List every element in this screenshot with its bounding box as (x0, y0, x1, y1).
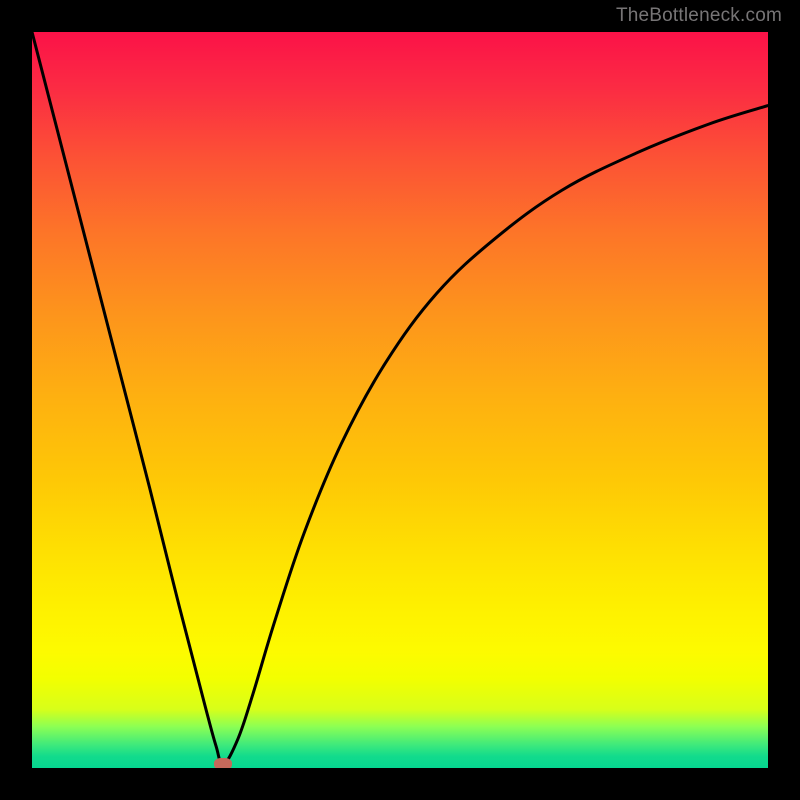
chart-frame: TheBottleneck.com (0, 0, 800, 800)
optimal-point-marker (214, 758, 232, 768)
watermark-text: TheBottleneck.com (616, 5, 782, 27)
plot-area (32, 32, 768, 768)
bottleneck-curve (32, 32, 768, 768)
